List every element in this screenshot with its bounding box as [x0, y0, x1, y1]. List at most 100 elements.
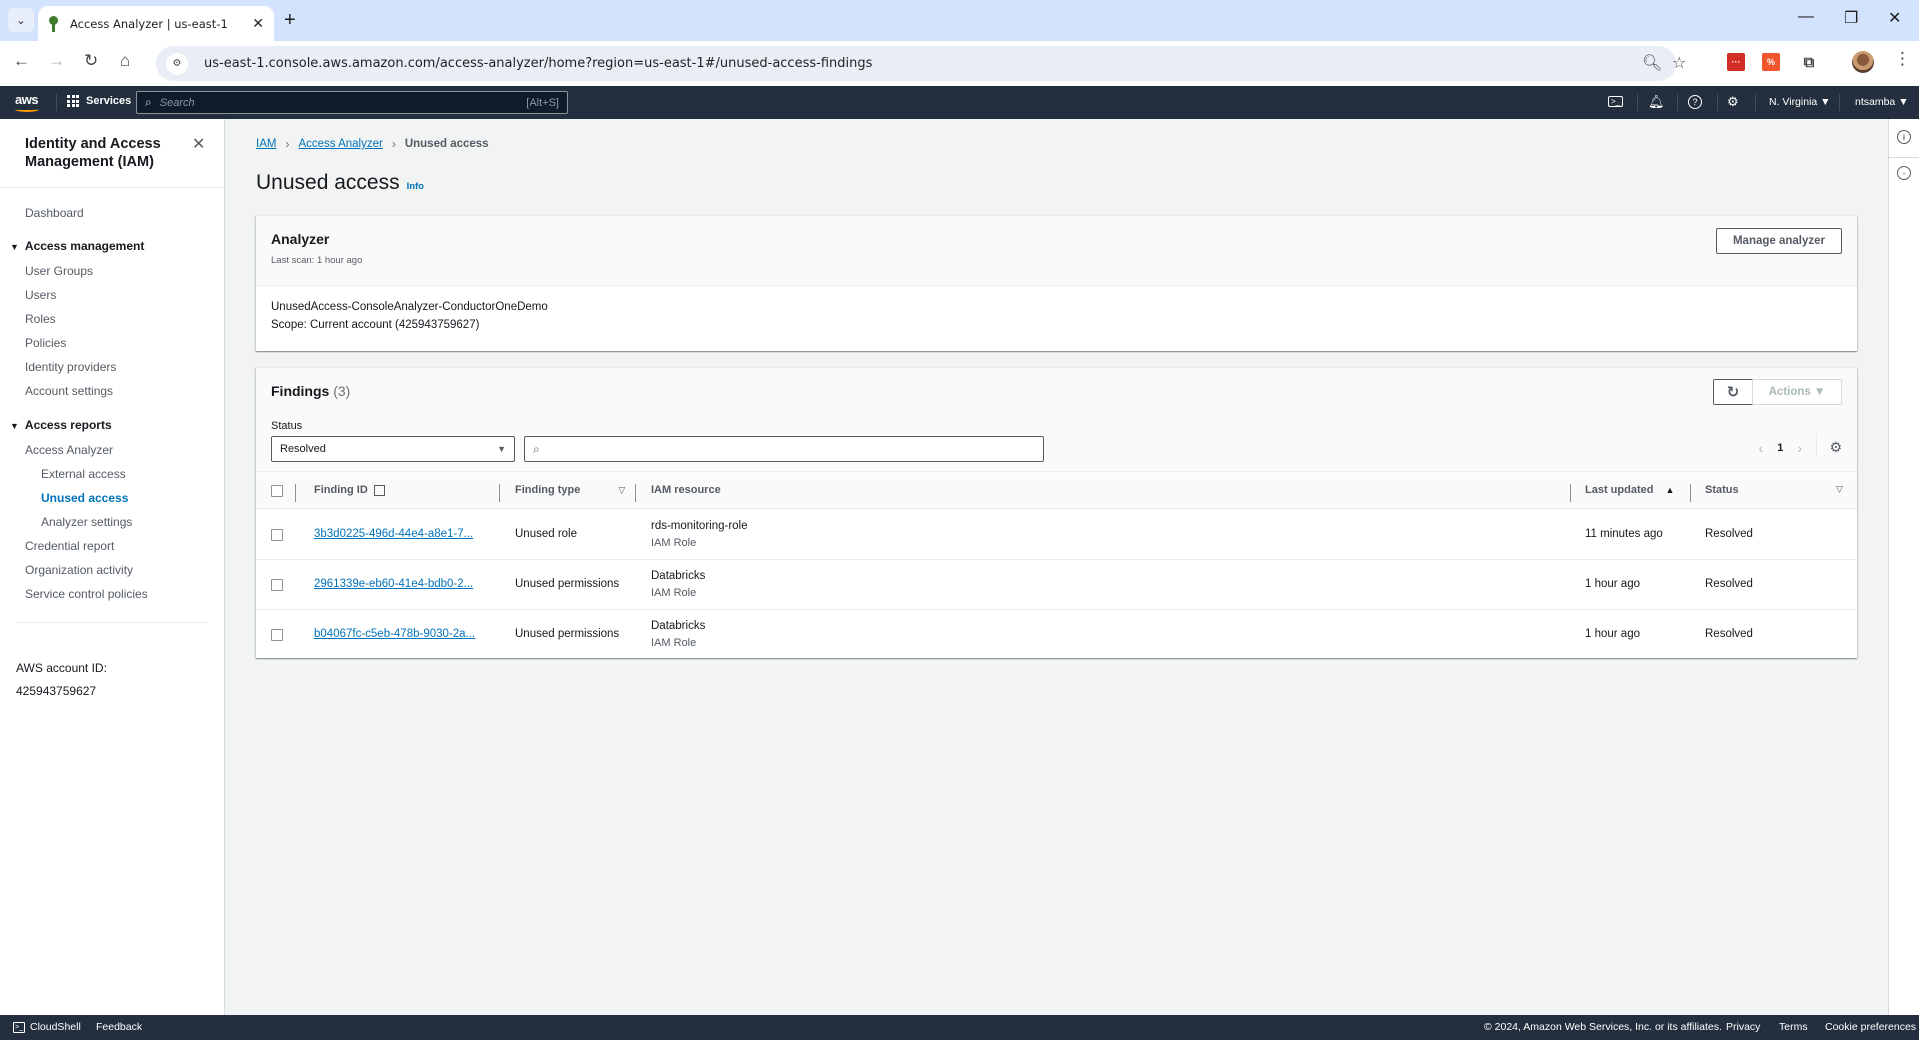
sidebar-title[interactable]: Identity and Access Management (IAM): [25, 135, 185, 171]
select-all-checkbox[interactable]: [271, 485, 283, 497]
zoom-icon[interactable]: 🔍︎: [1642, 53, 1662, 73]
extensions-puzzle-icon[interactable]: ⧉: [1800, 53, 1818, 71]
minimize-icon[interactable]: —: [1798, 8, 1814, 26]
row-checkbox[interactable]: [271, 529, 283, 541]
table-header: Finding ID Finding type ▽ IAM resource La…: [256, 473, 1857, 509]
status: Resolved: [1705, 528, 1753, 540]
cookie-preferences-link[interactable]: Cookie preferences: [1825, 1021, 1916, 1033]
forward-icon[interactable]: →: [48, 51, 65, 71]
info-panel-icon[interactable]: i: [1897, 130, 1911, 144]
profile-avatar[interactable]: [1852, 51, 1874, 73]
sidebar-item-access-analyzer[interactable]: Access Analyzer: [25, 443, 113, 457]
info-link[interactable]: Info: [407, 181, 424, 192]
sidebar-item-policies[interactable]: Policies: [25, 336, 66, 350]
last-updated: 1 hour ago: [1585, 578, 1640, 590]
privacy-link[interactable]: Privacy: [1726, 1021, 1760, 1033]
sidebar-section-access-management[interactable]: ▼ Access management: [10, 239, 144, 253]
chevron-right-icon: ›: [391, 137, 396, 151]
percent-extension-icon[interactable]: %: [1762, 53, 1780, 71]
findings-count: (3): [333, 383, 351, 399]
column-last-updated[interactable]: Last updated ▲: [1585, 484, 1674, 496]
browser-toolbar: ← → ↻ ⌂ ⚙ us-east-1.console.aws.amazon.c…: [0, 41, 1919, 86]
finding-type: Unused permissions: [515, 578, 620, 590]
finding-id-link[interactable]: 3b3d0225-496d-44e4-a8e1-7...: [314, 528, 473, 540]
sidebar-item-users[interactable]: Users: [25, 288, 56, 302]
sidebar-item-service-control-policies[interactable]: Service control policies: [25, 587, 148, 601]
chevron-right-icon: ›: [285, 137, 290, 151]
caret-down-icon: ▼: [497, 444, 506, 454]
tutorials-icon[interactable]: ◦: [1897, 166, 1911, 180]
page-number[interactable]: 1: [1777, 442, 1783, 454]
services-menu[interactable]: Services: [67, 95, 131, 107]
cloudshell-button[interactable]: >_ CloudShell: [13, 1021, 81, 1033]
sidebar-item-roles[interactable]: Roles: [25, 312, 56, 326]
sidebar-item-external-access[interactable]: External access: [41, 467, 126, 481]
iam-resource-name: rds-monitoring-role: [651, 520, 748, 532]
sidebar-item-user-groups[interactable]: User Groups: [25, 264, 93, 278]
previous-page-icon[interactable]: ‹: [1759, 440, 1764, 456]
sidebar-item-identity-providers[interactable]: Identity providers: [25, 360, 116, 374]
settings-gear-icon[interactable]: ⚙: [1727, 94, 1739, 110]
sidebar-item-organization-activity[interactable]: Organization activity: [25, 563, 133, 577]
finding-id-link[interactable]: b04067fc-c5eb-478b-9030-2a...: [314, 628, 475, 640]
feedback-link[interactable]: Feedback: [96, 1021, 142, 1033]
page-title: Unused access Info: [256, 171, 424, 194]
breadcrumb-access-analyzer[interactable]: Access Analyzer: [298, 138, 382, 150]
lastpass-extension-icon[interactable]: ···: [1727, 53, 1745, 71]
close-tab-icon[interactable]: ✕: [252, 15, 264, 32]
search-icon: ⌕: [145, 95, 152, 109]
sidebar-item-credential-report[interactable]: Credential report: [25, 539, 114, 553]
table-row: 3b3d0225-496d-44e4-a8e1-7... Unused role…: [256, 510, 1857, 560]
back-icon[interactable]: ←: [13, 51, 30, 71]
column-finding-type[interactable]: Finding type ▽: [515, 484, 625, 496]
breadcrumb-iam[interactable]: IAM: [256, 138, 276, 150]
restore-icon[interactable]: ❐: [1844, 8, 1858, 28]
sidebar-section-access-reports[interactable]: ▼ Access reports: [10, 418, 112, 432]
iam-resource-type: IAM Role: [651, 637, 697, 649]
status-filter-select[interactable]: Resolved ▼: [271, 436, 515, 462]
bookmark-star-icon[interactable]: ☆: [1672, 53, 1686, 73]
sidebar-item-analyzer-settings[interactable]: Analyzer settings: [41, 515, 132, 529]
sidebar-item-dashboard[interactable]: Dashboard: [25, 206, 84, 220]
findings-title: Findings (3): [271, 383, 351, 399]
column-iam-resource[interactable]: IAM resource: [651, 484, 721, 496]
new-tab-button[interactable]: +: [284, 9, 296, 32]
breadcrumb: IAM › Access Analyzer › Unused access: [256, 137, 489, 151]
finding-id-link[interactable]: 2961339e-eb60-41e4-bdb0-2...: [314, 578, 473, 590]
aws-search-input[interactable]: ⌕ Search [Alt+S]: [136, 91, 568, 114]
region-selector[interactable]: N. Virginia ▼: [1769, 96, 1831, 108]
findings-search-field[interactable]: [545, 443, 1035, 455]
site-info-icon[interactable]: ⚙: [166, 52, 188, 75]
account-menu[interactable]: ntsamba ▼: [1855, 96, 1909, 108]
url-text[interactable]: us-east-1.console.aws.amazon.com/access-…: [204, 56, 872, 71]
home-icon[interactable]: ⌂: [120, 51, 130, 71]
aws-logo[interactable]: aws: [15, 92, 39, 112]
column-finding-id[interactable]: Finding ID: [314, 484, 385, 496]
iam-resource-type: IAM Role: [651, 587, 697, 599]
preferences-gear-icon[interactable]: ⚙: [1829, 439, 1842, 456]
iam-resource-name: Databricks: [651, 570, 706, 582]
next-page-icon[interactable]: ›: [1797, 440, 1802, 456]
sidebar-item-account-settings[interactable]: Account settings: [25, 384, 113, 398]
close-sidebar-icon[interactable]: ✕: [192, 134, 205, 154]
sidebar-item-unused-access[interactable]: Unused access: [41, 491, 128, 505]
manage-analyzer-button[interactable]: Manage analyzer: [1716, 228, 1842, 254]
cloudshell-icon[interactable]: >_: [1608, 96, 1624, 107]
row-checkbox[interactable]: [271, 629, 283, 641]
help-icon[interactable]: ?: [1688, 95, 1702, 109]
status-filter-icon[interactable]: ▽: [1836, 484, 1843, 495]
findings-search-input[interactable]: ⌕: [524, 436, 1044, 462]
tab-search-button[interactable]: ⌄: [8, 8, 34, 32]
notifications-bell-icon[interactable]: 🔔︎: [1648, 94, 1665, 110]
account-id-value: 425943759627: [16, 684, 97, 698]
row-checkbox[interactable]: [271, 579, 283, 591]
browser-menu-icon[interactable]: ⋮: [1894, 49, 1911, 69]
close-window-icon[interactable]: ✕: [1888, 8, 1901, 28]
refresh-button[interactable]: ↻: [1713, 379, 1753, 405]
browser-tab[interactable]: Access Analyzer | us-east-1 ✕: [38, 6, 274, 41]
terms-link[interactable]: Terms: [1779, 1021, 1808, 1033]
column-status[interactable]: Status: [1705, 484, 1739, 496]
actions-button[interactable]: Actions ▼: [1752, 379, 1842, 405]
reload-icon[interactable]: ↻: [84, 51, 98, 71]
address-bar[interactable]: ⚙ us-east-1.console.aws.amazon.com/acces…: [156, 46, 1686, 81]
